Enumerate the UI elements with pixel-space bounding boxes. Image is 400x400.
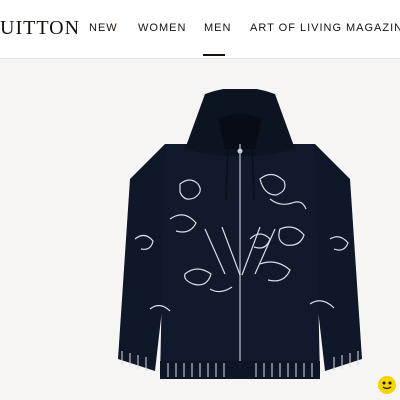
zipper-pull xyxy=(237,148,243,154)
product-image-area xyxy=(0,59,400,400)
nav-item-men[interactable]: MEN xyxy=(204,22,231,34)
nav-item-new[interactable]: NEW xyxy=(89,22,118,34)
hoodie-product-image[interactable] xyxy=(110,89,370,389)
site-header: UITTON NEW WOMEN MEN ART OF LIVING MAGAZ… xyxy=(0,0,400,59)
main-nav: NEW WOMEN MEN ART OF LIVING MAGAZINE xyxy=(0,22,400,42)
nav-item-art-of-living[interactable]: ART OF LIVING xyxy=(250,22,342,34)
active-nav-underline xyxy=(203,54,225,56)
nav-item-magazine[interactable]: MAGAZINE xyxy=(346,22,400,34)
yellow-sticker-icon[interactable] xyxy=(376,373,398,395)
hood-opening xyxy=(218,114,262,149)
nav-item-women[interactable]: WOMEN xyxy=(138,22,186,34)
